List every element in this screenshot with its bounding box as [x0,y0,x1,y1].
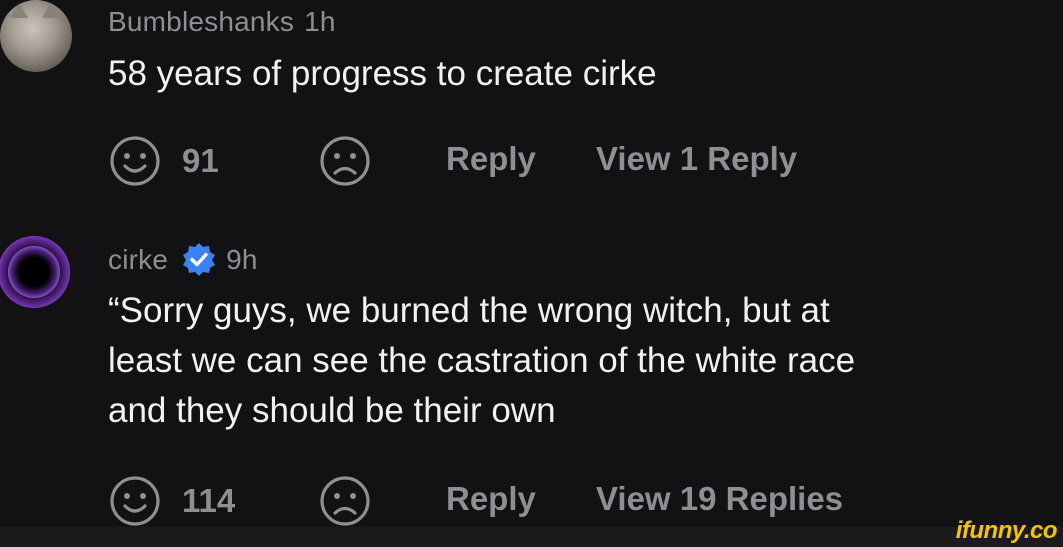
view-replies-button[interactable]: View 19 Replies [596,480,843,518]
comment-author[interactable]: Bumbleshanks 1h [108,6,336,38]
cat-ear-left [10,2,28,18]
like-count: 114 [182,482,236,519]
comment-text: “Sorry guys, we burned the wrong witch, … [108,286,855,436]
avatar-graphic [8,246,60,298]
comment-text-line: “Sorry guys, we burned the wrong witch, … [108,291,830,330]
smile-icon[interactable] [108,134,162,188]
avatar[interactable] [0,236,70,308]
smile-icon[interactable] [108,474,162,528]
username[interactable]: Bumbleshanks [108,6,294,37]
avatar[interactable] [0,0,72,72]
cat-ear-right [42,2,60,18]
reply-button[interactable]: Reply [446,480,536,518]
verified-badge-icon [183,243,216,276]
comment-time: 1h [304,6,336,37]
comment-actions: 91 Reply View 1 Reply [108,134,1008,190]
frown-icon[interactable] [318,474,372,528]
reply-button[interactable]: Reply [446,140,536,178]
comment-author[interactable]: cirke 9h [108,242,258,276]
ifunny-watermark: ifunny.co [955,517,1058,544]
watermark-bar [0,527,1063,547]
like-count: 91 [182,142,219,179]
comment-actions: 114 Reply View 19 Replies [108,474,1008,530]
comment-text-line: 58 years of progress to create cirke [108,54,657,93]
username[interactable]: cirke [108,244,168,275]
comment-time: 9h [226,244,258,275]
comment-text-line: least we can see the castration of the w… [108,341,856,380]
comment-text-line: and they should be their own [108,391,556,430]
frown-icon[interactable] [318,134,372,188]
comment-text: 58 years of progress to create cirke [108,49,657,99]
view-replies-button[interactable]: View 1 Reply [596,140,797,178]
comments-page: Bumbleshanks 1h 58 years of progress to c… [0,0,1063,547]
